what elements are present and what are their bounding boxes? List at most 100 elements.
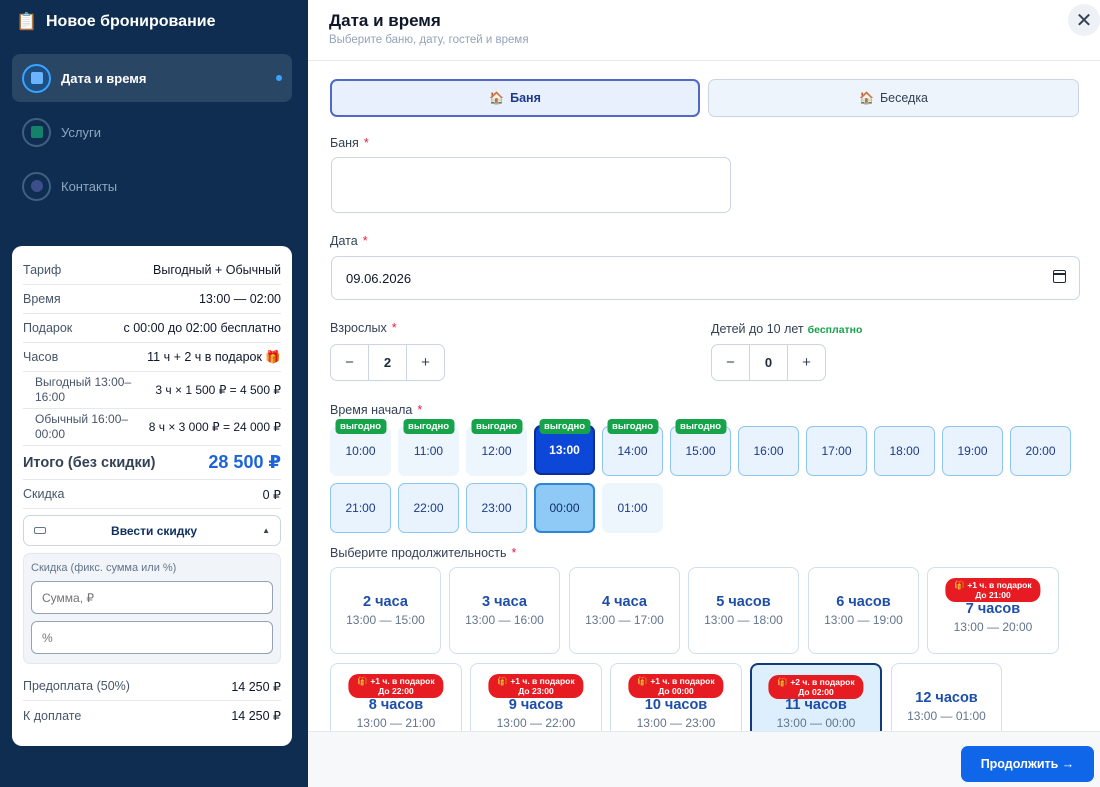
discount-sum-input[interactable] [31,581,273,614]
slot-time: 16:00 [753,444,784,458]
increment-button[interactable]: + [407,345,444,380]
bath-select[interactable] [331,157,731,213]
discount-button-label: Ввести скидку [111,523,198,538]
kids-label: Детей до 10 лет бесплатно [711,322,862,336]
slot-time: 23:00 [481,501,512,515]
duration-hours: 3 часа [482,594,527,610]
duration-option[interactable]: 2 часа 13:00 — 15:00 [330,567,441,654]
continue-button[interactable]: Продолжить → [961,746,1094,782]
deal-badge: выгодно [334,419,387,434]
row-value: 8 ч × 3 000 ₽ = 24 000 ₽ [148,420,281,434]
duration-range: 13:00 — 00:00 [776,716,856,730]
increment-button[interactable]: + [788,345,825,380]
step-contacts[interactable]: Контакты [12,162,292,210]
required-mark: * [362,234,368,248]
duration-range: 13:00 — 20:00 [953,620,1033,634]
step-services[interactable]: Услуги [12,108,292,156]
house-icon: 🏠 [858,91,874,105]
duration-option[interactable]: 4 часа 13:00 — 17:00 [569,567,680,654]
gift-until: До 21:00 [975,590,1011,600]
gift-text: 🎁 +1 ч. в подарок [954,580,1032,590]
time-slot[interactable]: выгодно 10:00 [330,419,391,476]
time-slot[interactable]: 16:00 [738,426,799,476]
row-key: Выгодный 13:00–16:00 [35,375,132,404]
slot-time: 01:00 [617,501,648,515]
active-dot [276,75,282,81]
duration-hours: 11 часов [785,697,847,713]
summary-row-total: Итого (без скидки) 28 500 ₽ [23,446,281,480]
decrement-button[interactable]: − [331,345,368,380]
discount-percent-input[interactable] [31,621,273,654]
date-input[interactable]: 09.06.2026 [331,256,1080,300]
summary-row-tariff: Тариф Выгодный + Обычный [23,256,281,285]
decrement-button[interactable]: − [712,345,749,380]
row-key: Тариф [23,263,62,277]
tab-bath[interactable]: 🏠 Баня [330,79,700,117]
tab-gazebo[interactable]: 🏠 Беседка [708,79,1079,117]
time-slot[interactable]: выгодно 14:00 [602,419,663,476]
slot-time: 18:00 [889,444,920,458]
duration-hours: 4 часа [602,594,647,610]
deal-badge: выгодно [402,419,455,434]
start-time-label: Время начала * [330,403,422,417]
label-text: Дата [330,234,358,248]
total-value: 28 500 ₽ [208,452,281,472]
summary-row-line1: Выгодный 13:00–16:00 3 ч × 1 500 ₽ = 4 50… [23,372,281,409]
duration-option[interactable]: 3 часа 13:00 — 16:00 [449,567,560,654]
time-slot[interactable]: 17:00 [806,426,867,476]
close-button[interactable]: ✕ [1068,4,1100,36]
kids-count: 0 [749,345,788,380]
label-text: Баня [330,136,359,150]
row-value: с 00:00 до 02:00 бесплатно [123,321,282,335]
gift-badge: 🎁 +1 ч. в подарок До 21:00 [945,578,1041,602]
check-icon [30,126,43,138]
time-slot[interactable]: выгодно 11:00 [398,419,459,476]
tab-label: Баня [510,91,541,105]
booking-summary: Тариф Выгодный + Обычный Время 13:00 — 02:… [12,246,292,746]
time-slot[interactable]: выгодно 12:00 [466,419,527,476]
time-slot[interactable]: 21:00 [330,483,391,533]
time-slot[interactable]: 19:00 [942,426,1003,476]
time-slot[interactable]: 22:00 [398,483,459,533]
time-slot-in-range[interactable]: 00:00 [534,483,595,533]
gift-badge: 🎁 +1 ч. в подарок До 23:00 [488,674,584,698]
step-date-time[interactable]: Дата и время [12,54,292,102]
duration-hours: 8 часов [368,697,424,713]
enter-discount-button[interactable]: Ввести скидку ▲ [23,515,281,546]
date-value: 09.06.2026 [346,271,412,286]
time-slot[interactable]: 18:00 [874,426,935,476]
duration-range: 13:00 — 18:00 [704,613,783,627]
discount-caption: Скидка (фикс. сумма или %) [31,562,177,574]
gift-badge: 🎁 +1 ч. в подарок До 22:00 [348,674,444,698]
duration-range: 13:00 — 22:00 [496,716,576,730]
duration-option[interactable]: 🎁 +1 ч. в подарок До 21:00 7 часов 13:00 —… [927,567,1059,654]
adults-count: 2 [368,345,407,380]
duration-hours: 7 часов [965,601,1021,617]
sidebar: 📋 Новое бронирование Дата и время Услуги… [0,0,308,787]
duration-range: 13:00 — 17:00 [585,613,664,627]
required-mark: * [391,321,397,335]
calendar-icon[interactable] [1053,270,1066,283]
slot-time: 20:00 [1025,444,1056,458]
time-slot[interactable]: 20:00 [1010,426,1071,476]
time-slot[interactable]: выгодно 15:00 [670,419,731,476]
required-mark: * [511,546,517,560]
summary-row-prepay: Предоплата (50%) 14 250 ₽ [23,672,281,701]
slot-time: 19:00 [957,444,988,458]
time-slot-selected[interactable]: выгодно 13:00 [534,419,595,475]
duration-option[interactable]: 6 часов 13:00 — 19:00 [808,567,919,654]
duration-hours: 5 часов [716,594,771,610]
time-slot[interactable]: 01:00 [602,483,663,533]
row-value: 3 ч × 1 500 ₽ = 4 500 ₽ [155,383,281,397]
row-key: Часов [23,350,59,364]
calendar-icon [30,72,43,84]
tab-label: Беседка [879,91,929,105]
summary-row-due: К доплате 14 250 ₽ [23,701,281,730]
time-slot[interactable]: 23:00 [466,483,527,533]
row-key: Время [23,292,61,306]
slot-time: 15:00 [685,444,716,458]
duration-option[interactable]: 5 часов 13:00 — 18:00 [688,567,799,654]
step-icon-user [22,171,51,201]
bath-label: Баня * [330,136,369,150]
slot-time: 10:00 [345,444,376,458]
